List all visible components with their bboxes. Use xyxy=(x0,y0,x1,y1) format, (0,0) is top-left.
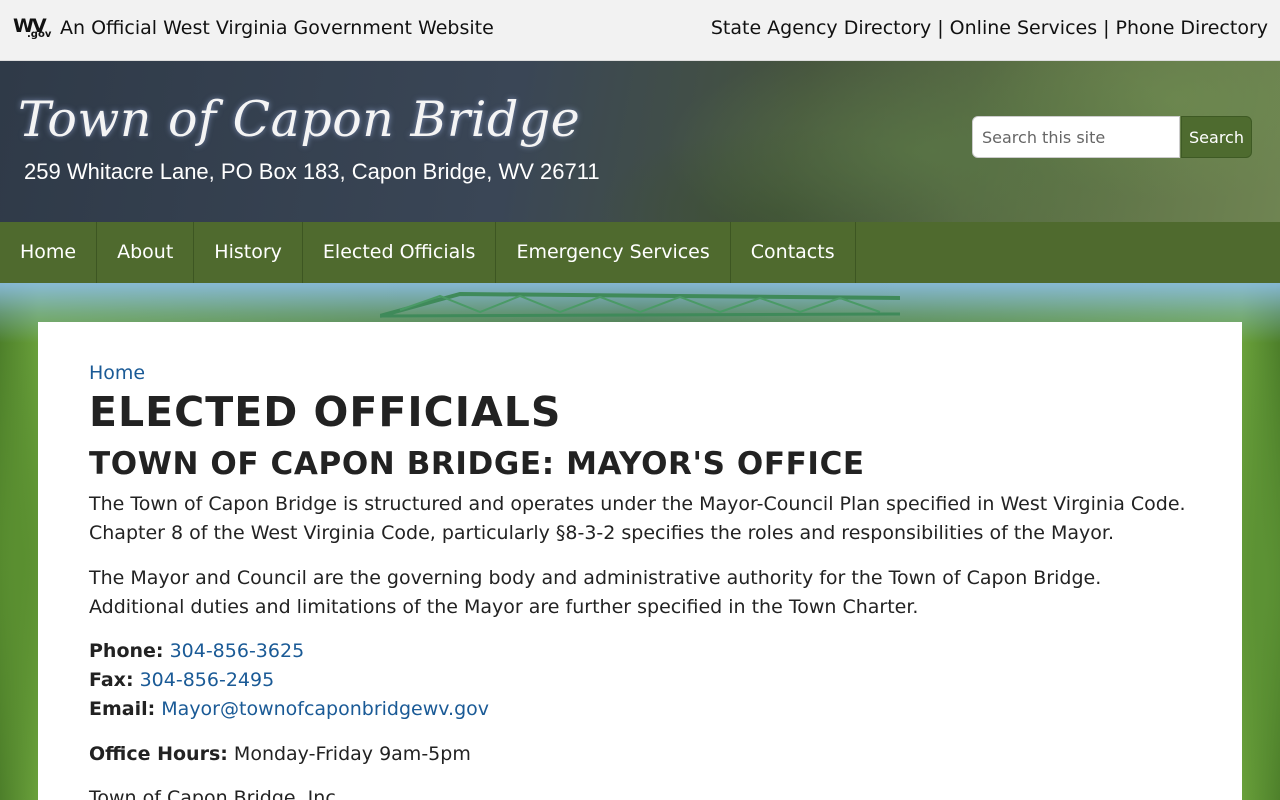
bridge-illustration xyxy=(380,291,900,318)
nav-item-home[interactable]: Home xyxy=(0,222,98,283)
fax-label: Fax: xyxy=(89,669,134,691)
section-heading: TOWN OF CAPON BRIDGE: MAYOR'S OFFICE xyxy=(89,446,865,482)
online-services-link[interactable]: Online Services xyxy=(950,17,1097,39)
state-agency-directory-link[interactable]: State Agency Directory xyxy=(711,17,931,39)
intro-paragraph: The Town of Capon Bridge is structured a… xyxy=(89,493,1186,544)
separator: | xyxy=(937,17,944,39)
phone-row: Phone: 304-856-3625 xyxy=(89,637,489,666)
hours-label: Office Hours: xyxy=(89,743,228,765)
wv-gov-logo[interactable]: WV .gov xyxy=(13,15,51,43)
nav-item-about[interactable]: About xyxy=(97,222,195,283)
governing-paragraph: The Mayor and Council are the governing … xyxy=(89,567,1102,618)
site-address: 259 Whitacre Lane, PO Box 183, Capon Bri… xyxy=(24,159,600,184)
search-input[interactable] xyxy=(972,116,1180,158)
gov-bar: WV .gov An Official West Virginia Govern… xyxy=(0,0,1280,61)
main-nav: Home About History Elected Officials Eme… xyxy=(0,222,1280,283)
email-row: Email: Mayor@townofcaponbridgewv.gov xyxy=(89,695,489,724)
contact-info: Phone: 304-856-3625 Fax: 304-856-2495 Em… xyxy=(89,637,489,724)
org-name: Town of Capon Bridge, Inc. xyxy=(89,787,342,800)
fax-link[interactable]: 304-856-2495 xyxy=(140,669,275,691)
phone-label: Phone: xyxy=(89,640,164,662)
site-header: Town of Capon Bridge 259 Whitacre Lane, … xyxy=(0,61,1280,222)
nav-item-elected-officials[interactable]: Elected Officials xyxy=(303,222,497,283)
email-link[interactable]: Mayor@townofcaponbridgewv.gov xyxy=(161,698,489,720)
content-card: Home ELECTED OFFICIALS TOWN OF CAPON BRI… xyxy=(38,322,1242,800)
hours-value: Monday-Friday 9am-5pm xyxy=(233,743,471,765)
email-label: Email: xyxy=(89,698,156,720)
site-title[interactable]: Town of Capon Bridge xyxy=(18,91,580,148)
search-button[interactable]: Search xyxy=(1181,116,1252,158)
phone-directory-link[interactable]: Phone Directory xyxy=(1116,17,1268,39)
gov-links: State Agency Directory | Online Services | P… xyxy=(711,17,1268,39)
page-title: ELECTED OFFICIALS xyxy=(89,388,562,436)
nav-item-emergency-services[interactable]: Emergency Services xyxy=(496,222,731,283)
nav-item-contacts[interactable]: Contacts xyxy=(731,222,856,283)
office-hours: Office Hours: Monday-Friday 9am-5pm xyxy=(89,740,471,769)
gov-logo-text: .gov xyxy=(27,29,52,40)
breadcrumb-home[interactable]: Home xyxy=(89,362,145,384)
phone-link[interactable]: 304-856-3625 xyxy=(170,640,305,662)
official-website-text: An Official West Virginia Government Web… xyxy=(60,17,494,39)
separator: | xyxy=(1103,17,1110,39)
fax-row: Fax: 304-856-2495 xyxy=(89,666,489,695)
nav-item-history[interactable]: History xyxy=(194,222,303,283)
